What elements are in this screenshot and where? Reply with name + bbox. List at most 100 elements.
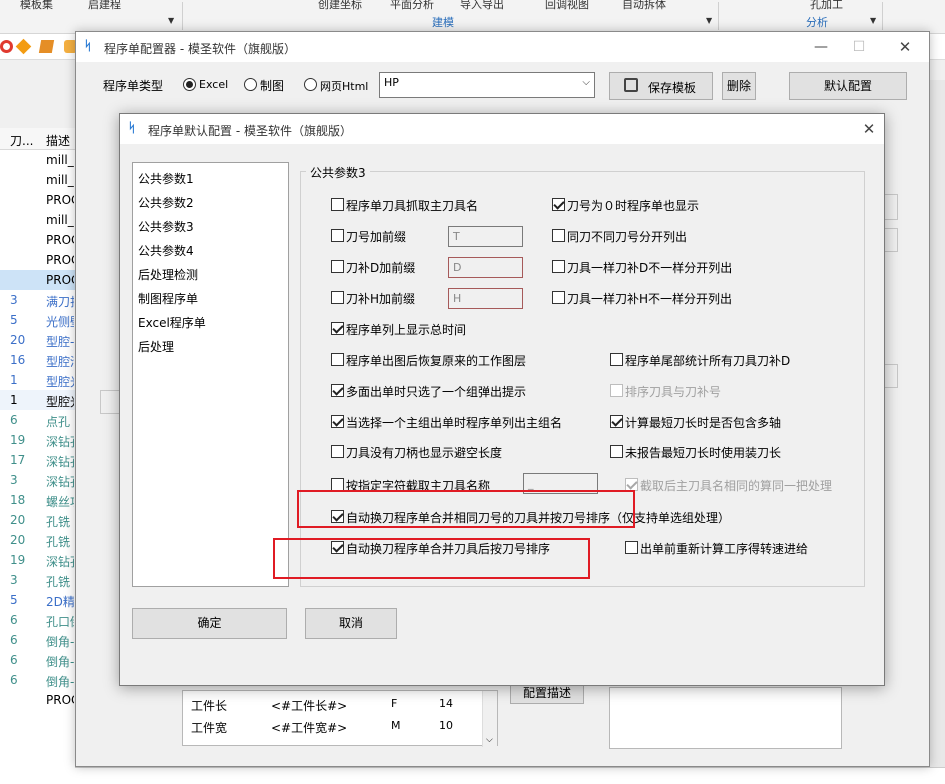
- option-label[interactable]: 程序单出图后恢复原来的工作图层: [346, 352, 526, 369]
- table-row[interactable]: 6 孔口倒: [0, 610, 75, 630]
- option-label[interactable]: 程序单刀具抓取主刀具名: [346, 197, 478, 214]
- category-item[interactable]: 公共参数4: [138, 242, 194, 259]
- radio-label[interactable]: Excel: [199, 78, 228, 91]
- category-item[interactable]: 后处理: [138, 338, 174, 355]
- option-label[interactable]: 同刀不同刀号分开列出: [567, 228, 687, 245]
- category-item[interactable]: 后处理检测: [138, 266, 198, 283]
- chevron-down-icon[interactable]: ▼: [706, 16, 712, 25]
- table-row[interactable]: mill_p: [0, 150, 75, 170]
- stop-icon[interactable]: [0, 40, 13, 53]
- option-label[interactable]: 刀具一样刀补D不一样分开列出: [567, 259, 732, 276]
- table-row[interactable]: 20 型腔-: [0, 330, 75, 350]
- template-select[interactable]: HP ⌵: [379, 72, 595, 98]
- save-template-button[interactable]: 保存模板: [609, 72, 713, 100]
- option-label[interactable]: 刀具没有刀柄也显示避空长度: [346, 444, 502, 461]
- option-checkbox[interactable]: [331, 353, 344, 366]
- table-row[interactable]: PROC: [0, 690, 75, 710]
- ribbon-item[interactable]: 导入导出: [460, 0, 504, 12]
- ok-button[interactable]: 确定: [132, 608, 287, 639]
- option-checkbox[interactable]: [331, 291, 344, 304]
- option-checkbox[interactable]: [331, 384, 344, 397]
- column-header[interactable]: 刀...: [10, 132, 33, 149]
- table-scrollbar[interactable]: ⌵: [482, 691, 497, 747]
- ribbon-item[interactable]: 回调视图: [545, 0, 589, 12]
- option-label[interactable]: 刀补H加前缀: [346, 290, 415, 307]
- ribbon-item[interactable]: 启建程: [88, 0, 121, 12]
- table-row[interactable]: 6 倒角-: [0, 630, 75, 650]
- category-item[interactable]: 公共参数3: [138, 218, 194, 235]
- option-label[interactable]: 未报告最短刀长时使用装刀长: [625, 444, 781, 461]
- option-checkbox[interactable]: [552, 229, 565, 242]
- table-row[interactable]: mill_p: [0, 210, 75, 230]
- option-checkbox[interactable]: [331, 445, 344, 458]
- ribbon-item[interactable]: 平面分析: [390, 0, 434, 12]
- option-checkbox[interactable]: [625, 541, 638, 554]
- option-label[interactable]: 多面出单时只选了一个组弹出提示: [346, 383, 526, 400]
- table-row[interactable]: mill_p: [0, 170, 75, 190]
- category-item[interactable]: 制图程序单: [138, 290, 198, 307]
- option-checkbox[interactable]: [610, 415, 623, 428]
- scroll-down-icon[interactable]: ⌵: [486, 735, 493, 745]
- table-row[interactable]: PROC: [0, 230, 75, 250]
- category-item[interactable]: 公共参数2: [138, 194, 194, 211]
- table-row[interactable]: 1 型腔光: [0, 390, 75, 410]
- option-checkbox[interactable]: [331, 229, 344, 242]
- table-row[interactable]: 20 孔铣: [0, 530, 75, 550]
- table-row[interactable]: 3 深钻孔: [0, 470, 75, 490]
- table-row[interactable]: 6 倒角-: [0, 670, 75, 690]
- ribbon-item[interactable]: 自动拆体: [622, 0, 666, 12]
- option-checkbox[interactable]: [331, 260, 344, 273]
- ribbon-item[interactable]: 孔加工: [810, 0, 843, 12]
- chevron-down-icon[interactable]: ▼: [870, 16, 876, 25]
- option-label[interactable]: 刀号为０时程序单也显示: [567, 197, 699, 214]
- table-row[interactable]: 20 孔铣: [0, 510, 75, 530]
- option-label[interactable]: 程序单尾部统计所有刀具刀补D: [625, 352, 790, 369]
- column-header[interactable]: 描述: [46, 132, 70, 149]
- table-row[interactable]: 3 满刀扫: [0, 290, 75, 310]
- eraser-icon[interactable]: [38, 40, 55, 53]
- category-item[interactable]: Excel程序单: [138, 314, 206, 331]
- table-row[interactable]: PROC: [0, 270, 75, 290]
- cancel-button[interactable]: 取消: [305, 608, 397, 639]
- table-row[interactable]: 1 型腔光: [0, 370, 75, 390]
- prefix-input[interactable]: H: [448, 288, 523, 309]
- delete-button[interactable]: 删除: [722, 72, 756, 100]
- table-row[interactable]: PROC: [0, 190, 75, 210]
- table-row[interactable]: 6 点孔: [0, 410, 75, 430]
- option-checkbox[interactable]: [552, 198, 565, 211]
- option-label[interactable]: 刀号加前缀: [346, 228, 406, 245]
- table-row[interactable]: 19 深钻孔: [0, 430, 75, 450]
- option-label[interactable]: 刀补D加前缀: [346, 259, 415, 276]
- option-label[interactable]: 程序单列上显示总时间: [346, 321, 466, 338]
- ribbon-item[interactable]: 创建坐标: [318, 0, 362, 12]
- ribbon-item[interactable]: 模板集: [20, 0, 53, 12]
- radio-excel[interactable]: [183, 78, 196, 91]
- prefix-input[interactable]: T: [448, 226, 523, 247]
- close-icon[interactable]: ✕: [854, 119, 884, 139]
- minimize-icon[interactable]: —: [806, 37, 836, 57]
- option-label[interactable]: 刀具一样刀补H不一样分开列出: [567, 290, 732, 307]
- close-icon[interactable]: ✕: [890, 37, 920, 57]
- table-row[interactable]: 6 倒角-: [0, 650, 75, 670]
- category-item[interactable]: 公共参数1: [138, 170, 194, 187]
- table-row[interactable]: 3 孔铣: [0, 570, 75, 590]
- option-checkbox[interactable]: [610, 445, 623, 458]
- table-row[interactable]: 16 型腔清: [0, 350, 75, 370]
- radio-label[interactable]: 网页Html: [320, 78, 368, 94]
- option-label[interactable]: 当选择一个主组出单时程序单列出主组名: [346, 414, 562, 431]
- cube-icon[interactable]: [15, 38, 32, 55]
- table-row[interactable]: 5 光侧壁: [0, 310, 75, 330]
- table-row[interactable]: 5 2D精: [0, 590, 75, 610]
- table-row[interactable]: PROC: [0, 250, 75, 270]
- chevron-down-icon[interactable]: ▼: [168, 16, 174, 25]
- prefix-input[interactable]: D: [448, 257, 523, 278]
- table-row[interactable]: 19 深钻孔: [0, 550, 75, 570]
- option-checkbox[interactable]: [552, 291, 565, 304]
- table-row[interactable]: 18 螺丝攻: [0, 490, 75, 510]
- option-checkbox[interactable]: [331, 415, 344, 428]
- option-checkbox[interactable]: [610, 353, 623, 366]
- radio-label[interactable]: 制图: [260, 77, 284, 94]
- option-checkbox[interactable]: [331, 322, 344, 335]
- radio-drawing[interactable]: [244, 78, 257, 91]
- table-row[interactable]: 17 深钻孔: [0, 450, 75, 470]
